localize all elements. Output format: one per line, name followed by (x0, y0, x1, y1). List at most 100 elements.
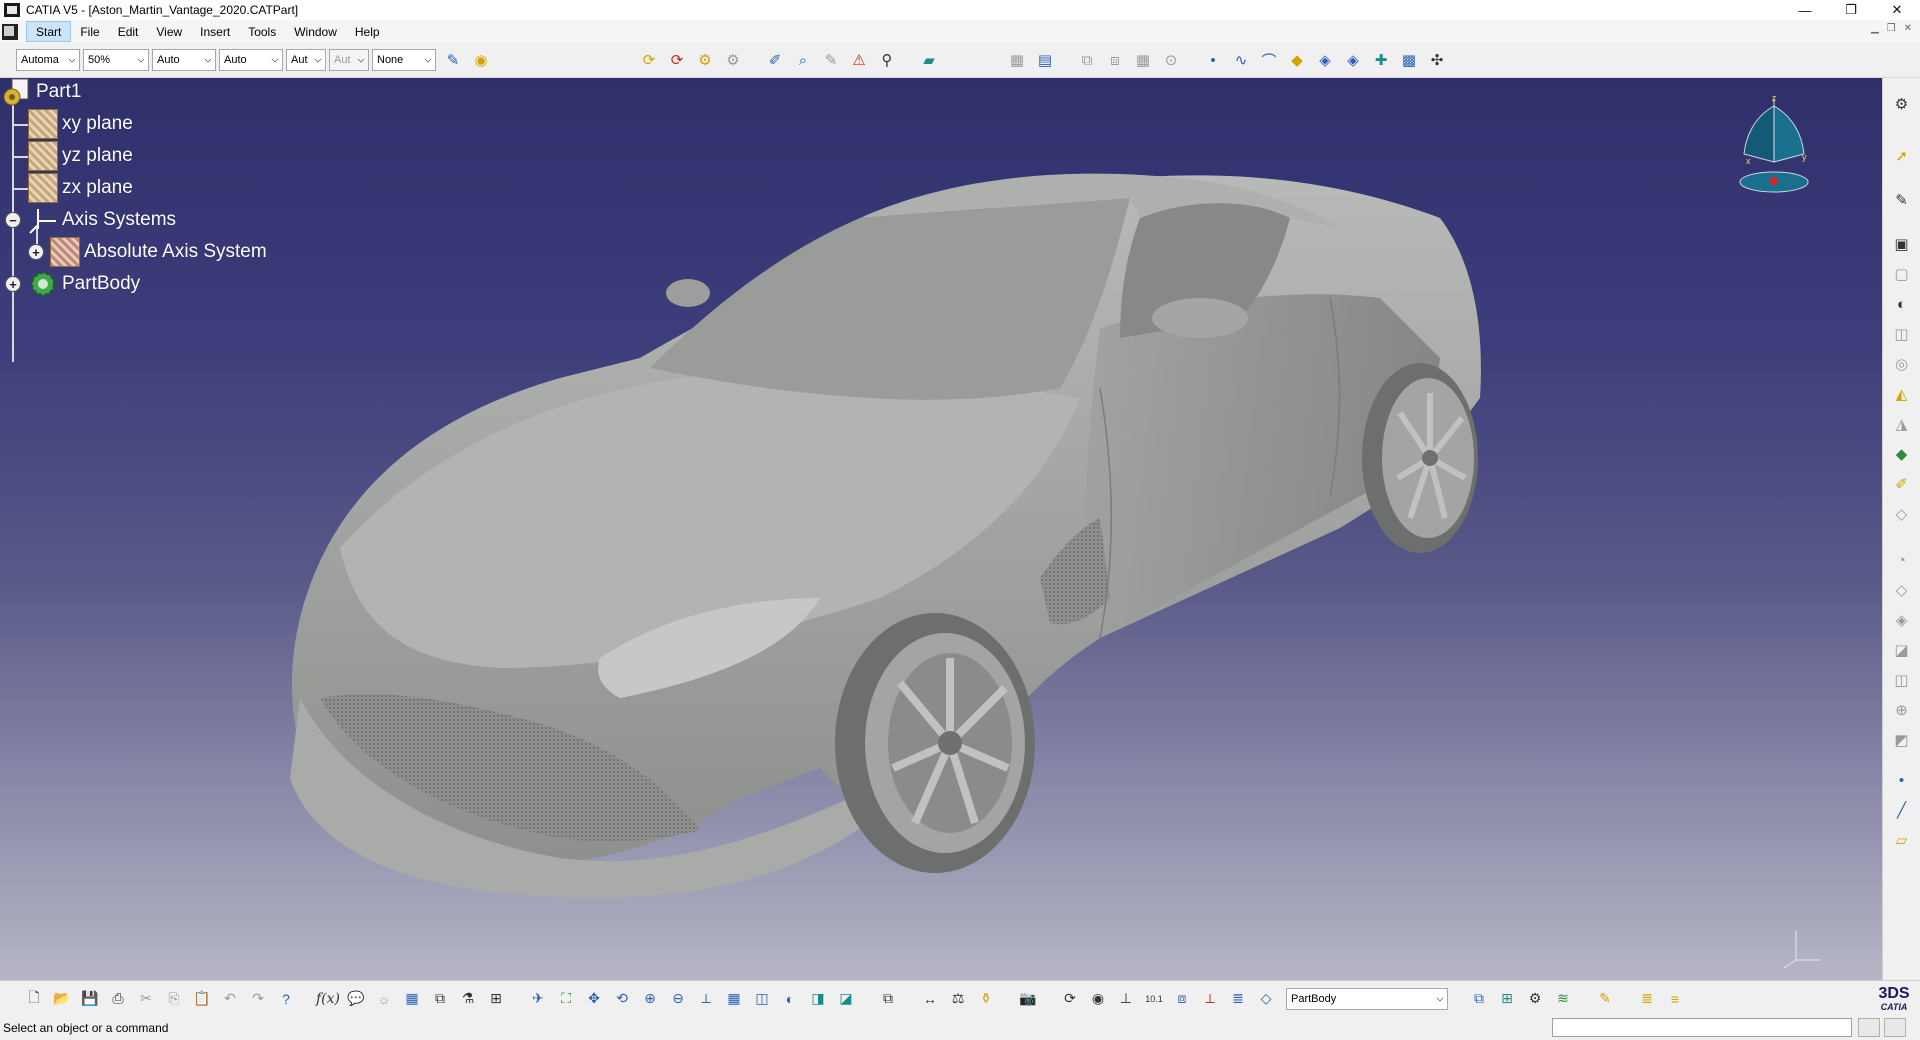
split-icon[interactable]: ⧉ (877, 988, 899, 1010)
tree-root-part1[interactable]: Part1 (2, 78, 81, 107)
line-type-combo[interactable]: Auto (219, 49, 283, 71)
knowledge-advisor-icon[interactable]: ⚗ (457, 988, 479, 1010)
update-all-icon[interactable]: ⟳ (666, 49, 688, 71)
redo-icon[interactable]: ↷ (247, 988, 269, 1010)
minimize-button[interactable]: — (1782, 0, 1828, 20)
current-body-combo[interactable]: PartBody (1286, 987, 1448, 1010)
axis-system-tool-icon[interactable]: ⊥ (1115, 988, 1137, 1010)
iso-view-icon[interactable]: ◫ (751, 988, 773, 1010)
fit-all-icon[interactable]: ⛶ (555, 988, 577, 1010)
analysis-icon[interactable]: ⚠ (848, 49, 870, 71)
thickness-icon[interactable]: ◫ (1890, 668, 1914, 692)
snap-icon[interactable]: ⊙ (1160, 49, 1182, 71)
manual-update-icon[interactable]: ⚙ (694, 49, 716, 71)
edit-icon[interactable]: ✐ (1890, 472, 1914, 496)
tree-item-zx-plane[interactable]: zx plane (28, 173, 133, 203)
chamfer-icon[interactable]: ◇ (1890, 578, 1914, 602)
save-icon[interactable]: 💾 (79, 988, 101, 1010)
expand-absolute-axis-toggle[interactable]: + (28, 244, 44, 260)
fillet-icon[interactable]: ◔ (1890, 548, 1914, 572)
zoom-out-icon[interactable]: ⊖ (667, 988, 689, 1010)
select-arrow-icon[interactable]: ➚ (1890, 144, 1914, 168)
pad-icon[interactable]: ▣ (1890, 232, 1914, 256)
undo-icon[interactable]: ↶ (219, 988, 241, 1010)
extract-icon[interactable]: ▤ (1034, 49, 1056, 71)
new-file-icon[interactable]: 🗋 (23, 988, 45, 1010)
rib-icon[interactable]: ◭ (1890, 382, 1914, 406)
boolean-icon[interactable]: ⊞ (1496, 988, 1518, 1010)
tree-item-axis-systems[interactable]: Axis Systems (28, 205, 176, 235)
stack-icon[interactable]: ≣ (1636, 988, 1658, 1010)
join-icon[interactable]: ⧉ (1076, 49, 1098, 71)
body-list-icon[interactable]: ≣ (1227, 988, 1249, 1010)
curve-icon[interactable]: ⌒ (1258, 49, 1280, 71)
fill-color-combo[interactable]: Automa (16, 49, 80, 71)
print-icon[interactable]: ⎙ (107, 988, 129, 1010)
groove-icon[interactable]: ◫ (1890, 322, 1914, 346)
catalog-icon[interactable]: ⧉ (429, 988, 451, 1010)
status-button-2[interactable] (1884, 1018, 1906, 1037)
layers-icon[interactable]: ≋ (1552, 988, 1574, 1010)
tree-item-yz-plane[interactable]: yz plane (28, 141, 133, 171)
spline-icon[interactable]: ∿ (1230, 49, 1252, 71)
plane-tool-icon[interactable]: ▱ (1890, 828, 1914, 852)
menu-help[interactable]: Help (346, 21, 389, 42)
grid-icon[interactable]: ▦ (1132, 49, 1154, 71)
gear-icon[interactable]: ⚙ (1890, 92, 1914, 116)
update-part-icon[interactable]: ⚙ (722, 49, 744, 71)
compass-tool-icon[interactable]: ⟂ (1199, 988, 1221, 1010)
update-icon[interactable]: ⟳ (638, 49, 660, 71)
table-icon[interactable]: ▦ (401, 988, 423, 1010)
shading-icon[interactable]: ◐ (779, 988, 801, 1010)
menu-edit[interactable]: Edit (109, 21, 148, 42)
healing-icon[interactable]: ⧈ (1104, 49, 1126, 71)
line-thickness-combo[interactable]: Auto (152, 49, 216, 71)
layer-combo[interactable]: None (372, 49, 436, 71)
point-icon[interactable]: • (1202, 49, 1224, 71)
whats-this-icon[interactable]: ? (275, 988, 297, 1010)
expand-partbody-toggle[interactable]: + (5, 276, 21, 292)
copy-icon[interactable]: ⎘ (163, 988, 185, 1010)
fly-mode-icon[interactable]: ✈ (527, 988, 549, 1010)
tree-item-partbody[interactable]: PartBody (28, 269, 140, 299)
comment-icon[interactable]: 💬 (345, 988, 367, 1010)
doc-minimize-icon[interactable]: ▁ (1871, 23, 1879, 34)
surface-tool-icon[interactable]: ◇ (1890, 502, 1914, 526)
constraint-icon[interactable]: ◉ (1087, 988, 1109, 1010)
capture-icon[interactable]: 📷 (1017, 988, 1039, 1010)
painter-icon[interactable]: ✎ (442, 49, 464, 71)
brush-icon[interactable]: ✎ (1594, 988, 1616, 1010)
hole-icon[interactable]: ◎ (1890, 352, 1914, 376)
normal-view-icon[interactable]: ⟂ (695, 988, 717, 1010)
boundary-icon[interactable]: ▦ (1006, 49, 1028, 71)
shell-icon[interactable]: ◪ (1890, 638, 1914, 662)
multi-section-icon[interactable]: ◈ (1342, 49, 1364, 71)
menu-window[interactable]: Window (285, 21, 346, 42)
line-tool-icon[interactable]: ╱ (1890, 798, 1914, 822)
fill-icon[interactable]: ◆ (1286, 49, 1308, 71)
menu-insert[interactable]: Insert (191, 21, 239, 42)
doc-close-icon[interactable]: ✕ (1904, 23, 1912, 34)
point-tool-icon[interactable]: • (1890, 768, 1914, 792)
measure-item-icon[interactable]: ⚖ (947, 988, 969, 1010)
open-folder-icon[interactable]: 📂 (51, 988, 73, 1010)
update-cycle-icon[interactable]: ⟳ (1059, 988, 1081, 1010)
draft-icon[interactable]: ◈ (1890, 608, 1914, 632)
multi-view-icon[interactable]: ▦ (723, 988, 745, 1010)
paste-icon[interactable]: 📋 (191, 988, 213, 1010)
scale-icon[interactable]: 10.1 (1143, 988, 1165, 1010)
status-button-1[interactable] (1858, 1018, 1880, 1037)
transparency-combo[interactable]: 50% (83, 49, 149, 71)
compass-icon[interactable]: z x y (1734, 92, 1814, 202)
tree-item-absolute-axis-system[interactable]: Absolute Axis System (50, 237, 267, 267)
tools-options-icon[interactable]: ✣ (1426, 49, 1448, 71)
zoom-in-icon[interactable]: ⊕ (639, 988, 661, 1010)
measure-icon[interactable]: ⚲ (876, 49, 898, 71)
restore-button[interactable]: ❐ (1828, 0, 1874, 20)
3d-viewport[interactable]: Part1 xy plane yz plane zx plane − Axis … (0, 78, 1882, 980)
menu-tools[interactable]: Tools (239, 21, 285, 42)
close-button[interactable]: ✕ (1874, 0, 1920, 20)
knowledge-icon[interactable]: ⌕ (792, 49, 814, 71)
solid-icon[interactable]: ◆ (1890, 442, 1914, 466)
light-icon[interactable]: ☼ (373, 988, 395, 1010)
